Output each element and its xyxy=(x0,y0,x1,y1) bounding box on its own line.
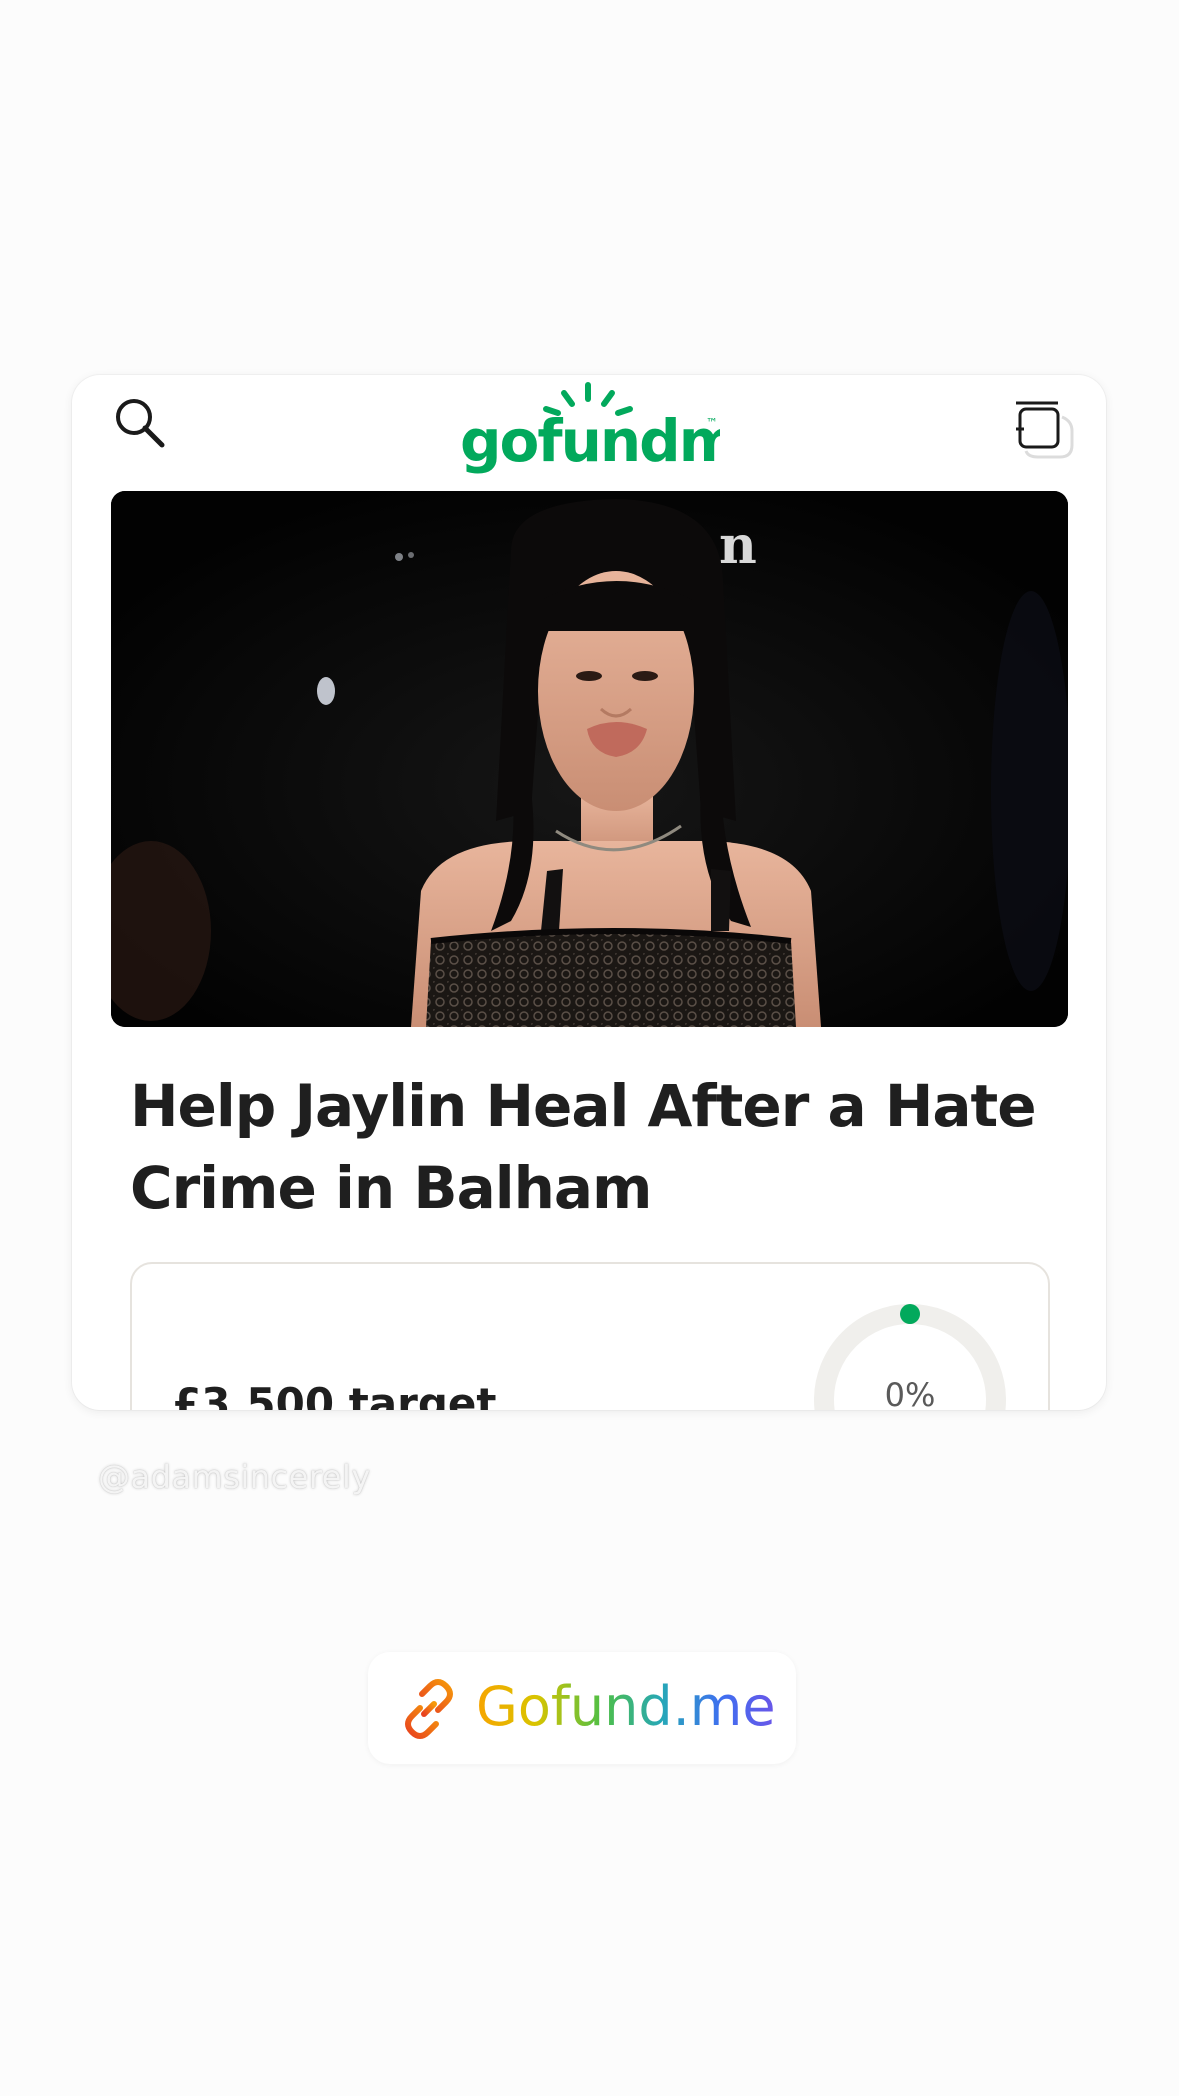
link-sticker[interactable]: Gofund.me xyxy=(368,1652,796,1764)
gofundme-card[interactable]: gofundme ™ xyxy=(72,375,1106,1410)
logo-text: gofundme xyxy=(460,407,720,475)
author-handle: @adamsincerely xyxy=(98,1458,371,1496)
svg-text:n: n xyxy=(719,515,757,576)
donation-progress-panel: £3,500 target 0% xyxy=(130,1262,1050,1410)
gofundme-logo[interactable]: gofundme ™ xyxy=(460,377,720,477)
target-amount: £3,500 target xyxy=(172,1379,497,1410)
share-icon[interactable] xyxy=(1012,399,1076,463)
link-label[interactable]: Gofund.me xyxy=(476,1674,776,1740)
campaign-photo: n xyxy=(111,491,1068,1027)
link-icon xyxy=(405,1679,453,1739)
search-icon[interactable] xyxy=(112,395,168,451)
progress-percent: 0% xyxy=(884,1376,936,1410)
campaign-photo-image: n xyxy=(111,491,1068,1027)
logo-trademark: ™ xyxy=(706,416,718,430)
campaign-title: Help Jaylin Heal After a Hate Crime in B… xyxy=(130,1072,1037,1222)
